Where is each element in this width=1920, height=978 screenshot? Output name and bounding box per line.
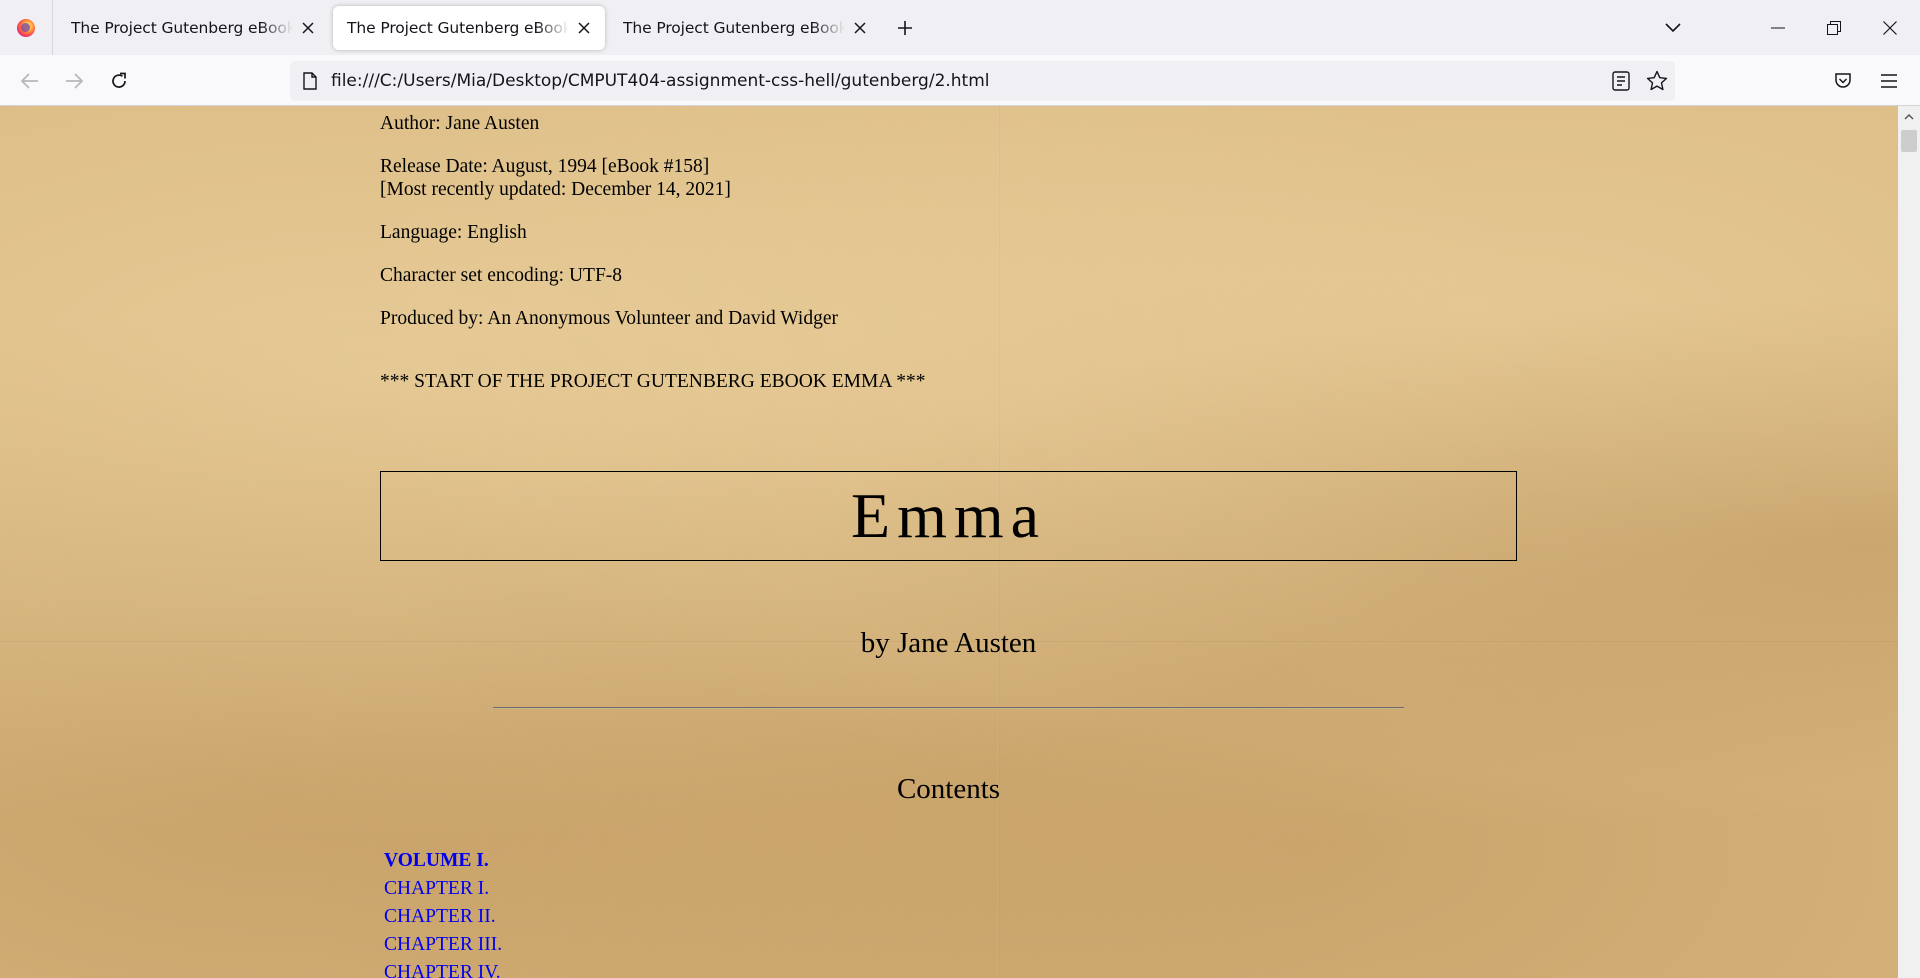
toc-link-chapter-3[interactable]: CHAPTER III.	[384, 931, 502, 959]
menu-button[interactable]	[1871, 63, 1907, 99]
reader-view-icon[interactable]	[1612, 71, 1630, 95]
url-bar[interactable]: file:///C:/Users/Mia/Desktop/CMPUT404-as…	[290, 61, 1675, 101]
page-viewport: Author: Jane Austen Release Date: August…	[0, 106, 1898, 978]
restore-icon	[1827, 20, 1841, 35]
tab-title: The Project Gutenberg eBook of Emma, by …	[623, 18, 845, 37]
back-button[interactable]	[12, 63, 48, 99]
navigation-toolbar: file:///C:/Users/Mia/Desktop/CMPUT404-as…	[0, 55, 1920, 106]
url-text[interactable]: file:///C:/Users/Mia/Desktop/CMPUT404-as…	[331, 61, 990, 101]
tab-title: The Project Gutenberg eBook of Emma, by …	[71, 18, 293, 37]
author-line: Author: Jane Austen	[380, 113, 540, 134]
plus-icon	[898, 20, 912, 35]
scrollbar-thumb[interactable]	[1901, 130, 1917, 152]
close-window-button[interactable]	[1862, 0, 1918, 55]
close-window-icon	[1883, 20, 1897, 35]
contents-heading: Contents	[896, 773, 1001, 805]
toc-link-chapter-4[interactable]: CHAPTER IV.	[384, 959, 502, 978]
start-marker: *** START OF THE PROJECT GUTENBERG EBOOK…	[380, 371, 926, 392]
toc-link-chapter-2[interactable]: CHAPTER II.	[384, 903, 502, 931]
forward-arrow-icon	[66, 73, 83, 89]
toc-link-chapter-1[interactable]: CHAPTER I.	[384, 875, 502, 903]
close-icon[interactable]	[297, 17, 319, 39]
reload-button[interactable]	[101, 63, 137, 99]
tab-strip: The Project Gutenberg eBook of Emma, by …	[0, 0, 1920, 55]
new-tab-button[interactable]	[887, 10, 923, 46]
close-icon[interactable]	[849, 17, 871, 39]
pocket-button[interactable]	[1825, 63, 1861, 99]
toc-link-volume-1[interactable]: VOLUME I.	[384, 847, 502, 875]
title-box: Emma	[380, 471, 1517, 561]
horizontal-rule	[493, 707, 1404, 709]
language-line: Language: English	[380, 222, 527, 243]
page-icon	[303, 72, 317, 94]
updated-line: [Most recently updated: December 14, 202…	[380, 179, 731, 200]
tab-3[interactable]: The Project Gutenberg eBook of Emma, by …	[609, 6, 881, 50]
list-all-tabs-button[interactable]	[1655, 10, 1691, 46]
pocket-icon	[1835, 73, 1851, 88]
book-title: Emma	[850, 480, 1047, 551]
restore-button[interactable]	[1806, 0, 1862, 55]
encoding-line: Character set encoding: UTF-8	[380, 265, 623, 286]
produced-by-line: Produced by: An Anonymous Volunteer and …	[380, 308, 838, 329]
star-icon[interactable]	[1646, 70, 1668, 96]
firefox-view-button[interactable]	[0, 0, 53, 55]
firefox-logo-icon	[17, 18, 35, 37]
tab-2-active[interactable]: The Project Gutenberg eBook of Emma, by …	[333, 5, 605, 50]
close-icon[interactable]	[573, 17, 595, 39]
table-of-contents: VOLUME I. CHAPTER I. CHAPTER II. CHAPTER…	[384, 847, 502, 978]
tab-1[interactable]: The Project Gutenberg eBook of Emma, by …	[57, 6, 329, 50]
scroll-up-button[interactable]	[1898, 106, 1920, 128]
reload-icon	[112, 72, 126, 88]
release-date-line: Release Date: August, 1994 [eBook #158]	[380, 156, 710, 177]
byline: by Jane Austen	[860, 627, 1037, 659]
forward-button[interactable]	[56, 63, 92, 99]
chevron-down-icon	[1665, 23, 1681, 33]
vertical-scrollbar[interactable]	[1898, 106, 1920, 978]
hamburger-menu-icon	[1881, 74, 1897, 88]
minimize-button[interactable]	[1750, 0, 1806, 55]
minimize-icon	[1771, 27, 1785, 28]
back-arrow-icon	[21, 73, 38, 89]
tab-title: The Project Gutenberg eBook of Emma, by …	[347, 18, 569, 37]
scroll-up-arrow-icon	[1904, 114, 1914, 120]
